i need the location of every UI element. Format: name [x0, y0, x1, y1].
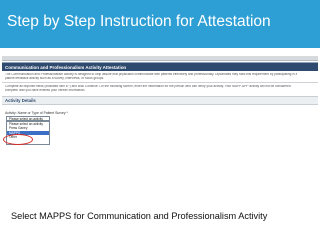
intro-text-line: patient feedback activity such as a surv… [5, 77, 105, 80]
app-header [2, 56, 318, 61]
activity-details-section: Activity Details [2, 96, 318, 105]
divider [2, 82, 318, 83]
intro-text-line: complete until you have entered your ver… [5, 89, 86, 92]
page-heading: Communication and Professionalism Activi… [5, 65, 127, 70]
slide-title: Step by Step Instruction for Attestation [0, 0, 320, 48]
activity-details-heading: Activity Details [5, 98, 36, 103]
intro-text-line: The Communication and Professionalism ac… [5, 73, 298, 76]
highlight-circle [3, 134, 33, 145]
page-banner: Communication and Professionalism Activi… [2, 62, 318, 71]
slide-caption: Select MAPPS for Communication and Profe… [11, 211, 268, 221]
activity-field-label: Activity: Name or Type of Patient Survey… [5, 111, 68, 115]
intro-text-line: Complete all required fields (indicated … [5, 85, 291, 88]
screenshot-panel: Communication and Professionalism Activi… [2, 56, 318, 150]
